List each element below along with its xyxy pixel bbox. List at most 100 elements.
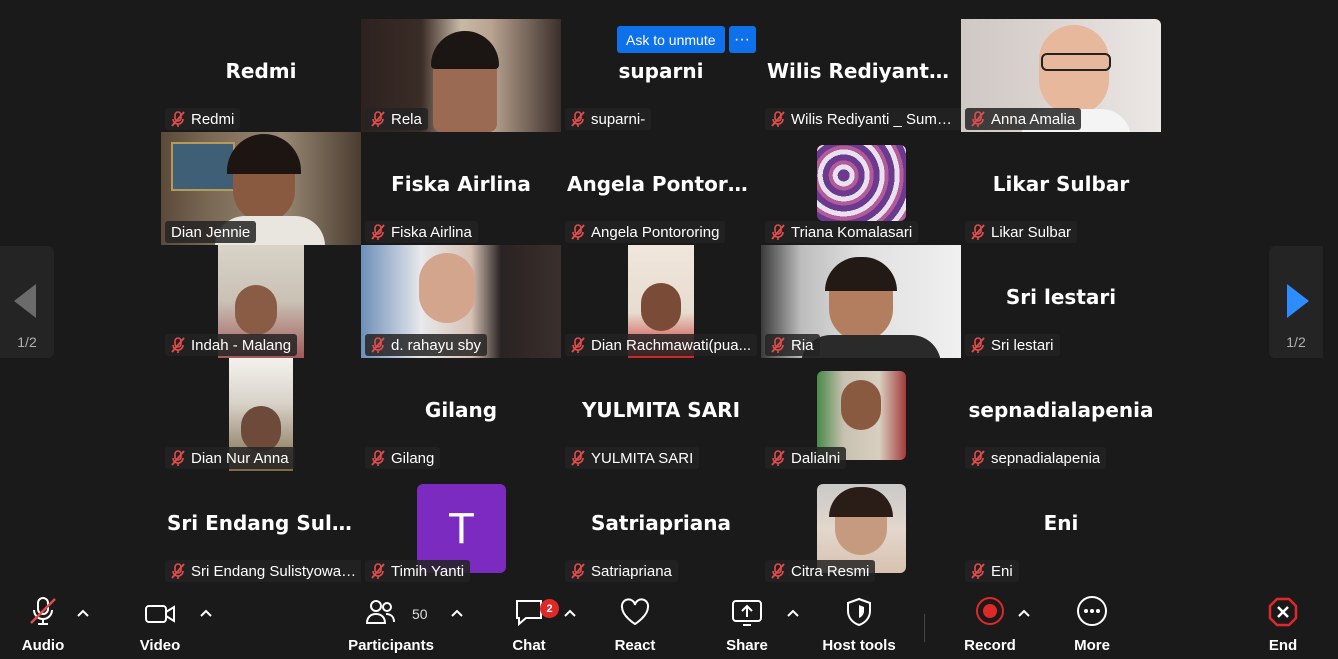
participant-display-name: Fiska Airlina xyxy=(391,172,531,196)
participant-tile[interactable]: Triana Komalasari xyxy=(761,132,961,245)
participant-tile[interactable]: Fiska Airlina Fiska Airlina xyxy=(361,132,561,245)
participant-label: Anna Amalia xyxy=(965,108,1082,130)
participant-tile[interactable]: Sri Endang Sulis... Sri Endang Sulistyow… xyxy=(161,471,361,584)
participant-video xyxy=(235,285,277,335)
muted-mic-icon xyxy=(171,563,185,579)
participant-tile[interactable]: Satriapriana Satriapriana xyxy=(561,471,761,584)
page-indicator: 1/2 xyxy=(1286,334,1306,350)
react-button[interactable]: React xyxy=(605,589,665,659)
participant-label: d. rahayu sby xyxy=(365,334,488,356)
end-meeting-button[interactable]: End xyxy=(1253,589,1313,659)
audio-button[interactable]: Audio xyxy=(13,589,73,659)
participant-tile[interactable]: Dian Nur Anna xyxy=(161,358,361,471)
participant-display-name: Sri Endang Sulis... xyxy=(167,511,361,535)
participant-tile[interactable]: sepnadialapenia sepnadialapenia xyxy=(961,358,1161,471)
record-options-caret-icon[interactable] xyxy=(1018,609,1030,617)
next-page-button[interactable]: 1/2 xyxy=(1269,246,1323,358)
muted-mic-icon xyxy=(371,337,385,353)
share-button[interactable]: Share xyxy=(717,589,777,659)
muted-mic-icon xyxy=(371,111,385,127)
muted-mic-icon xyxy=(171,337,185,353)
muted-mic-icon xyxy=(171,111,185,127)
participants-button[interactable]: 50 Participants xyxy=(348,589,434,659)
audio-options-caret-icon[interactable] xyxy=(77,609,89,617)
participant-tile[interactable]: Indah - Malang xyxy=(161,245,361,358)
previous-page-button[interactable]: 1/2 xyxy=(0,246,54,358)
muted-mic-icon xyxy=(771,337,785,353)
participant-display-name: Gilang xyxy=(424,398,498,422)
participant-label: Satriapriana xyxy=(565,560,678,582)
participant-label: Dalialni xyxy=(765,447,847,469)
participant-label: Wilis Rediyanti _ Sumb... xyxy=(765,108,961,130)
shield-icon xyxy=(847,597,871,627)
participant-tile[interactable]: Citra Resmi xyxy=(761,471,961,584)
muted-mic-icon xyxy=(171,450,185,466)
muted-mic-icon xyxy=(371,563,385,579)
host-tools-button[interactable]: Host tools xyxy=(819,589,899,659)
muted-mic-icon xyxy=(971,450,985,466)
participant-label: Fiska Airlina xyxy=(365,221,478,243)
video-options-caret-icon[interactable] xyxy=(200,609,212,617)
participant-tile[interactable]: Sri lestari Sri lestari xyxy=(961,245,1161,358)
participant-tile[interactable]: d. rahayu sby xyxy=(361,245,561,358)
muted-mic-icon xyxy=(771,450,785,466)
participant-tile[interactable]: Likar Sulbar Likar Sulbar xyxy=(961,132,1161,245)
participant-label: Redmi xyxy=(165,108,241,130)
share-screen-icon xyxy=(732,600,762,626)
chat-options-caret-icon[interactable] xyxy=(564,609,576,617)
participant-avatar-image xyxy=(841,380,881,430)
participant-label: Sri lestari xyxy=(965,334,1060,356)
muted-mic-icon xyxy=(971,224,985,240)
meeting-toolbar: Audio Video 50 Participants 2 Chat React… xyxy=(0,589,1338,659)
chevron-left-icon xyxy=(14,284,36,318)
participant-label: YULMITA SARI xyxy=(565,447,700,469)
chevron-right-icon xyxy=(1287,284,1309,318)
participant-display-name: Satriapriana xyxy=(591,511,731,535)
participant-label: Likar Sulbar xyxy=(965,221,1078,243)
video-gallery: Redmi Redmi Rela suparni suparni- Wilis … xyxy=(161,19,1161,585)
participant-tile-active-speaker[interactable]: Dian Jennie xyxy=(161,132,361,245)
participants-options-caret-icon[interactable] xyxy=(451,609,463,617)
participants-icon xyxy=(365,600,395,624)
more-button[interactable]: More xyxy=(1062,589,1122,659)
participants-count: 50 xyxy=(412,606,428,622)
video-button[interactable]: Video xyxy=(130,589,190,659)
participant-tile[interactable]: Wilis Rediyanti... Wilis Rediyanti _ Sum… xyxy=(761,19,961,132)
participant-tile[interactable]: Gilang Gilang xyxy=(361,358,561,471)
participant-tile[interactable]: Rela xyxy=(361,19,561,132)
participant-tile[interactable]: Dalialni xyxy=(761,358,961,471)
participant-label: Angela Pontororing xyxy=(565,221,726,243)
record-button[interactable]: Record xyxy=(960,589,1020,659)
participant-display-name: Sri lestari xyxy=(1005,285,1117,309)
participant-tile[interactable]: Eni Eni xyxy=(961,471,1161,584)
ask-to-unmute-button[interactable]: Ask to unmute xyxy=(617,26,725,53)
muted-mic-icon xyxy=(371,450,385,466)
participant-tile[interactable]: Anna Amalia xyxy=(961,19,1161,132)
participant-label: Dian Jennie xyxy=(165,221,257,243)
participant-tile[interactable]: Dian Rachmawati(pua... xyxy=(561,245,761,358)
muted-mic-icon xyxy=(771,111,785,127)
participant-label: Eni xyxy=(965,560,1019,582)
video-camera-icon xyxy=(145,605,175,623)
participant-label: Rela xyxy=(365,108,428,130)
chat-unread-badge: 2 xyxy=(540,599,559,618)
participant-tile[interactable]: Ria xyxy=(761,245,961,358)
participant-tile[interactable]: Redmi Redmi xyxy=(161,19,361,132)
participant-tile[interactable]: Angela Pontoro... Angela Pontororing xyxy=(561,132,761,245)
participant-display-name: Angela Pontoro... xyxy=(567,172,761,196)
participant-label: Timih Yanti xyxy=(365,560,471,582)
muted-mic-icon xyxy=(771,563,785,579)
muted-mic-icon xyxy=(771,224,785,240)
participant-video xyxy=(1041,53,1111,71)
share-options-caret-icon[interactable] xyxy=(787,609,799,617)
participant-display-name: YULMITA SARI xyxy=(581,398,741,422)
participant-label: Dian Nur Anna xyxy=(165,447,295,469)
participant-tile[interactable]: YULMITA SARI YULMITA SARI xyxy=(561,358,761,471)
end-call-icon xyxy=(1268,597,1298,627)
chat-button[interactable]: 2 Chat xyxy=(499,589,559,659)
ask-to-unmute-more-button[interactable]: ··· xyxy=(728,26,756,53)
muted-microphone-icon xyxy=(30,597,56,625)
participant-tile[interactable]: T Timih Yanti xyxy=(361,471,561,584)
muted-mic-icon xyxy=(571,111,585,127)
participant-video xyxy=(801,335,941,358)
